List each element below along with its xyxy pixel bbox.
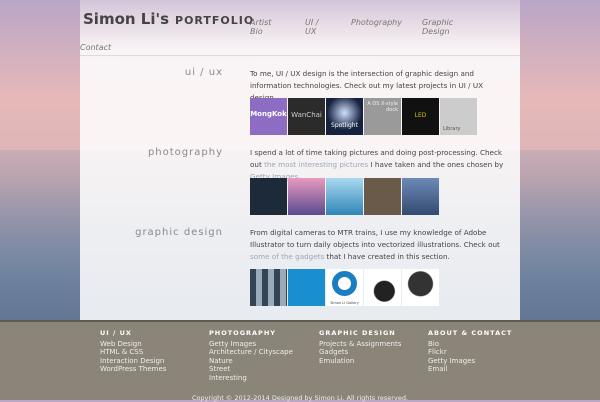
uiux-thumbnails: MongKok WanChai Spotlight A OS X-style d… [250, 98, 477, 135]
photo-thumb[interactable] [402, 178, 439, 215]
footer-col-graphic-design: GRAPHIC DESIGN Projects & Assignments Gad… [319, 329, 401, 365]
graphic-thumb-collage[interactable] [250, 269, 287, 306]
gallery-caption: Simon Li Gallery [330, 301, 359, 305]
thumb-spotlight[interactable]: Spotlight [326, 98, 363, 135]
footer-link[interactable]: HTML & CSS [100, 348, 166, 357]
section-title-photography: photography [147, 147, 223, 158]
graphic-thumb-mtr-map[interactable] [288, 269, 325, 306]
nav-graphic-design[interactable]: Graphic Design [422, 18, 453, 36]
footer-heading: PHOTOGRAPHY [209, 329, 276, 337]
footer-link[interactable]: Interesting [209, 374, 293, 383]
footer-heading: ABOUT & CONTACT [428, 329, 513, 337]
thumb-mongkok[interactable]: MongKok [250, 98, 287, 135]
footer-heading: GRAPHIC DESIGN [319, 329, 396, 337]
footer-link[interactable]: Architecture / Cityscape [209, 348, 293, 357]
section-title-uiux: ui / ux [184, 67, 223, 78]
site-logo[interactable]: Simon Li's PORTFOLIO [83, 10, 254, 28]
footer-link[interactable]: Web Design [100, 340, 166, 349]
footer-col-uiux: UI / UX Web Design HTML & CSS Interaction … [100, 329, 166, 374]
thumb-wanchai[interactable]: WanChai [288, 98, 325, 135]
footer-link[interactable]: Street [209, 365, 293, 374]
graphic-design-text: From digital cameras to MTR trains, I us… [250, 228, 500, 261]
photo-thumb[interactable] [326, 178, 363, 215]
interesting-pictures-link[interactable]: the most interesting pictures [264, 160, 368, 169]
footer-link[interactable]: Getty Images [428, 357, 512, 366]
footer-link[interactable]: Getty Images [209, 340, 293, 349]
photo-thumb[interactable] [288, 178, 325, 215]
gadgets-link[interactable]: some of the gadgets [250, 252, 324, 261]
photo-thumb[interactable] [250, 178, 287, 215]
footer-link[interactable]: Projects & Assignments [319, 340, 401, 349]
copyright: Copyright © 2012-2014 Designed by Simon … [191, 394, 409, 402]
nav-artist-bio[interactable]: Artist Bio [250, 18, 271, 36]
nav-contact[interactable]: Contact [80, 43, 111, 52]
footer-link[interactable]: Gadgets [319, 348, 401, 357]
divider [80, 55, 520, 56]
graphic-thumb-gallery[interactable]: Simon Li Gallery [326, 269, 363, 306]
photo-thumb[interactable] [364, 178, 401, 215]
footer-link[interactable]: Interaction Design [100, 357, 166, 366]
logo-name: Simon Li's [83, 10, 170, 28]
section-title-graphic-design: graphic design [135, 227, 223, 238]
footer: UI / UX Web Design HTML & CSS Interaction … [0, 320, 600, 402]
footer-link[interactable]: WordPress Themes [100, 365, 166, 374]
footer-heading: UI / UX [100, 329, 132, 337]
graphic-thumb-fan[interactable] [402, 269, 439, 306]
footer-col-photography: PHOTOGRAPHY Getty Images Architecture / C… [209, 329, 293, 383]
footer-link[interactable]: Emulation [319, 357, 401, 366]
thumb-led[interactable]: LED [402, 98, 439, 135]
nav-ui-ux[interactable]: UI / UX [305, 18, 318, 36]
footer-link[interactable]: Email [428, 365, 512, 374]
photography-thumbnails [250, 178, 439, 215]
footer-link[interactable]: Bio [428, 340, 512, 349]
graphic-thumbnails: Simon Li Gallery [250, 269, 439, 306]
footer-link[interactable]: Flickr [428, 348, 512, 357]
gallery-logo-icon [332, 271, 357, 296]
footer-link[interactable]: Nature [209, 357, 293, 366]
graphic-thumb-camera[interactable] [364, 269, 401, 306]
thumb-dock[interactable]: A OS X-style dock [364, 98, 401, 135]
thumb-library[interactable]: Library [440, 98, 477, 135]
nav-photography[interactable]: Photography [351, 18, 402, 27]
logo-portfolio: PORTFOLIO [175, 14, 255, 27]
footer-col-about: ABOUT & CONTACT Bio Flickr Getty Images Ema… [428, 329, 512, 374]
